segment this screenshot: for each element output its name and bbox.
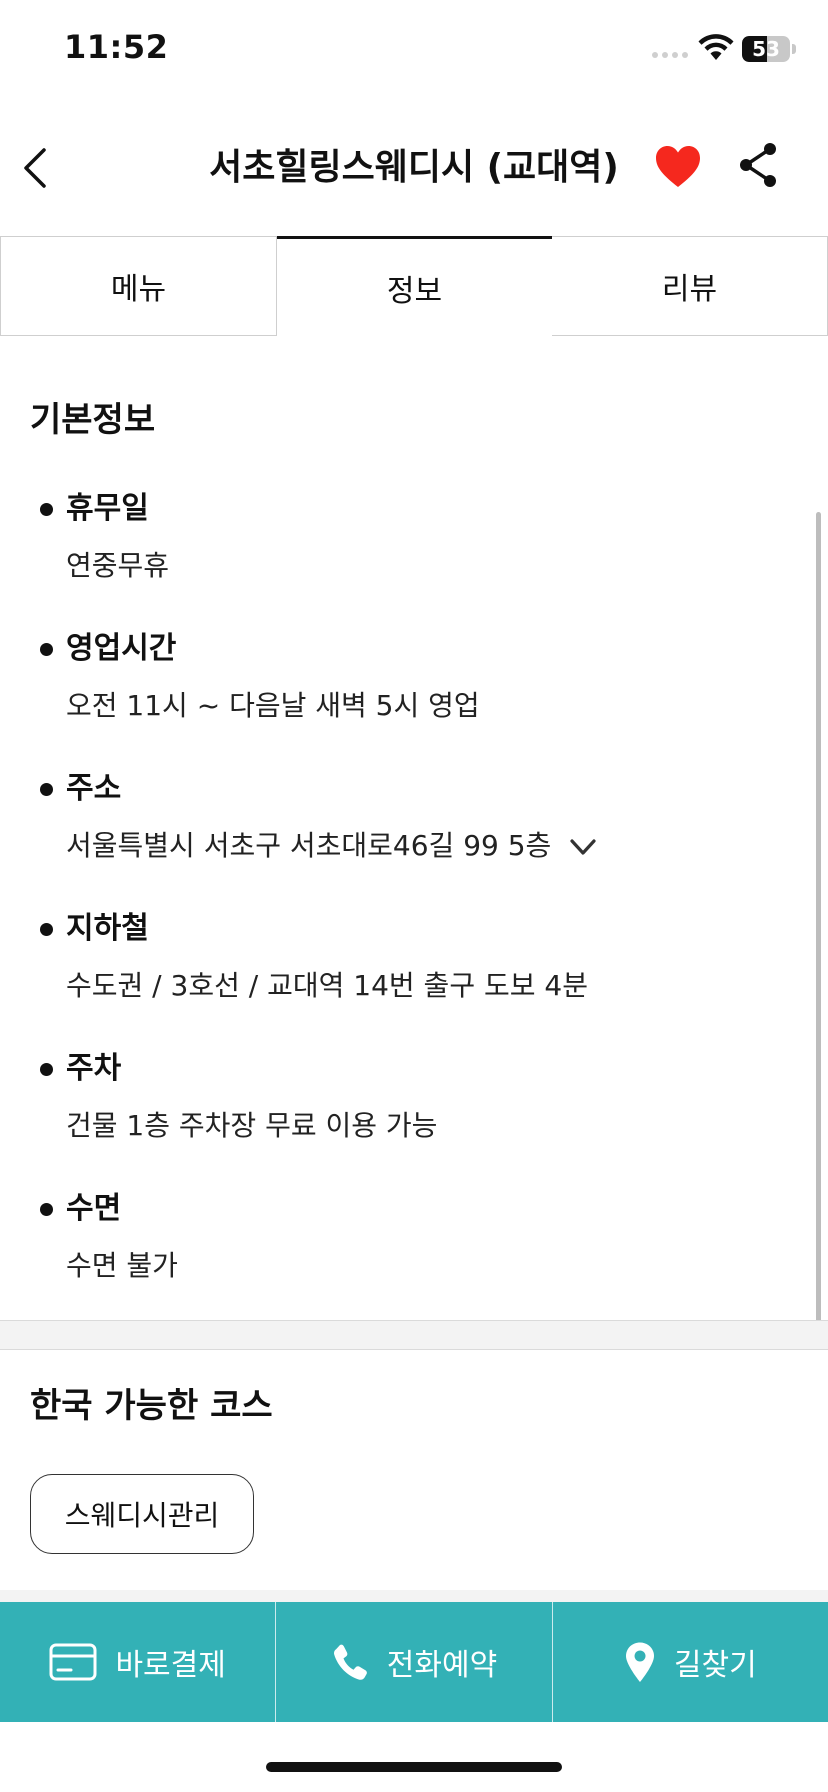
bottom-spacer xyxy=(0,1590,828,1602)
info-item-parking: 주차 건물 1층 주차장 무료 이용 가능 xyxy=(36,1048,776,1188)
page-title: 서초힐링스웨디시 (교대역) xyxy=(209,147,619,188)
bullet-icon xyxy=(40,643,53,656)
heart-icon[interactable] xyxy=(654,144,702,190)
info-label: 지하철 xyxy=(66,911,149,946)
phone-reservation-label: 전화예약 xyxy=(386,1648,498,1683)
phone-icon xyxy=(333,1644,367,1680)
info-value: 연중무휴 xyxy=(66,549,170,582)
courses-title: 한국 가능한 코스 xyxy=(30,1386,273,1426)
info-label: 수면 xyxy=(66,1191,122,1226)
bullet-icon xyxy=(40,923,53,936)
info-value: 오전 11시 ~ 다음날 새벽 5시 영업 xyxy=(66,689,480,722)
pay-now-button[interactable]: 바로결제 xyxy=(0,1602,275,1722)
info-value: 건물 1층 주차장 무료 이용 가능 xyxy=(66,1109,438,1142)
status-time: 11:52 xyxy=(64,28,169,66)
section-divider xyxy=(0,1320,828,1350)
status-bar: 11:52 53 xyxy=(0,0,828,100)
address-row[interactable]: 서울특별시 서초구 서초대로46길 99 5층 xyxy=(66,826,597,866)
info-value: 수면 불가 xyxy=(66,1249,178,1282)
address-text: 서울특별시 서초구 서초대로46길 99 5층 xyxy=(66,829,552,862)
info-label: 휴무일 xyxy=(66,491,149,526)
header: 서초힐링스웨디시 (교대역) xyxy=(0,120,828,220)
tab-label: 메뉴 xyxy=(110,272,167,307)
info-item-subway: 지하철 수도권 / 3호선 / 교대역 14번 출구 도보 4분 xyxy=(36,908,776,1048)
chevron-left-icon[interactable] xyxy=(14,142,58,194)
battery-level: 53 xyxy=(752,37,780,61)
info-item-address: 주소 서울특별시 서초구 서초대로46길 99 5층 xyxy=(36,768,776,908)
info-label: 주차 xyxy=(66,1051,122,1086)
tab-label: 리뷰 xyxy=(661,272,718,307)
wifi-icon xyxy=(698,34,734,60)
info-item-sleep: 수면 수면 불가 xyxy=(36,1188,776,1328)
info-value: 수도권 / 3호선 / 교대역 14번 출구 도보 4분 xyxy=(66,969,588,1002)
directions-label: 길찾기 xyxy=(673,1648,757,1683)
bullet-icon xyxy=(40,783,53,796)
basic-info-title: 기본정보 xyxy=(30,400,156,440)
cellular-dots-icon xyxy=(652,52,688,58)
phone-reservation-button[interactable]: 전화예약 xyxy=(275,1602,551,1722)
chevron-down-icon[interactable] xyxy=(569,837,597,857)
bullet-icon xyxy=(40,1203,53,1216)
info-label: 영업시간 xyxy=(66,631,177,666)
pay-now-label: 바로결제 xyxy=(115,1648,226,1683)
tab-info[interactable]: 정보 xyxy=(277,236,552,336)
share-icon[interactable] xyxy=(736,140,780,190)
tab-reviews[interactable]: 리뷰 xyxy=(552,236,828,336)
battery-cap xyxy=(792,44,796,54)
battery-indicator: 53 xyxy=(742,36,790,62)
info-item-holiday: 휴무일 연중무휴 xyxy=(36,488,776,628)
tab-menu[interactable]: 메뉴 xyxy=(0,236,277,336)
info-item-hours: 영업시간 오전 11시 ~ 다음날 새벽 5시 영업 xyxy=(36,628,776,768)
action-bar: 바로결제 전화예약 길찾기 xyxy=(0,1602,828,1722)
info-label: 주소 xyxy=(66,771,122,806)
directions-button[interactable]: 길찾기 xyxy=(551,1602,828,1722)
basic-info-list: 휴무일 연중무휴 영업시간 오전 11시 ~ 다음날 새벽 5시 영업 주소 서… xyxy=(36,488,776,1328)
map-pin-icon xyxy=(625,1642,654,1682)
credit-card-icon xyxy=(49,1643,97,1681)
course-chip[interactable]: 스웨디시관리 xyxy=(30,1474,254,1554)
course-chip-label: 스웨디시관리 xyxy=(64,1499,220,1532)
home-indicator xyxy=(266,1762,562,1772)
tab-label: 정보 xyxy=(386,273,443,309)
scrollbar[interactable] xyxy=(816,512,821,1326)
bullet-icon xyxy=(40,503,53,516)
tab-bar: 메뉴 정보 리뷰 xyxy=(0,236,828,336)
bullet-icon xyxy=(40,1063,53,1076)
